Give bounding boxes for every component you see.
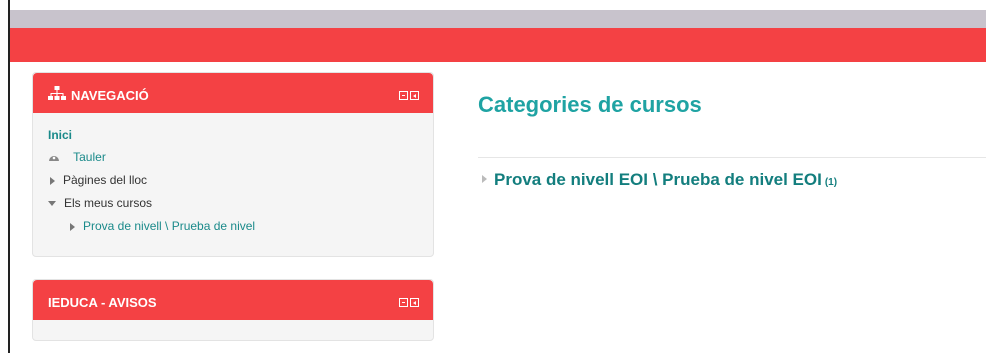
category-link[interactable]: Prova de nivell EOI \ Prueba de nivel EO… [494,170,822,189]
hide-block-icon[interactable] [410,91,419,100]
navigation-block: NAVEGACIÓ Inici Tauler Pàgines del lloc … [32,72,434,257]
category-count: (1) [824,177,838,188]
notices-block-title: IEDUCA - AVISOS [48,295,157,310]
dock-icon[interactable] [399,91,408,100]
nav-item-site-pages[interactable]: Pàgines del lloc [63,173,147,187]
dock-icon[interactable] [399,298,408,307]
browser-frame: NAVEGACIÓ Inici Tauler Pàgines del lloc … [8,0,986,353]
block-controls [399,91,419,100]
nav-item-my-courses[interactable]: Els meus cursos [64,196,152,210]
nav-item-dashboard[interactable]: Tauler [73,150,106,164]
nav-item-course[interactable]: Prova de nivell \ Prueba de nivel [83,219,255,233]
hide-block-icon[interactable] [410,298,419,307]
page-title: Categories de cursos [478,92,702,117]
category-item[interactable]: Prova de nivell EOI \ Prueba de nivel EO… [482,170,837,190]
notices-block: IEDUCA - AVISOS [32,279,434,341]
dashboard-icon [49,156,59,161]
header-banner [10,28,986,62]
divider [478,157,986,158]
collapse-arrow-icon[interactable] [48,201,56,206]
top-bar [10,10,986,28]
expand-arrow-icon[interactable] [50,177,55,185]
page-content: NAVEGACIÓ Inici Tauler Pàgines del lloc … [10,62,986,353]
block-controls [399,298,419,307]
nav-item-home[interactable]: Inici [48,128,72,142]
navigation-block-header: NAVEGACIÓ [33,73,433,113]
notices-block-header: IEDUCA - AVISOS [33,280,433,320]
expand-arrow-icon[interactable] [482,175,487,183]
sitemap-icon [48,86,66,100]
navigation-block-title: NAVEGACIÓ [71,88,149,103]
expand-arrow-icon[interactable] [70,223,75,231]
